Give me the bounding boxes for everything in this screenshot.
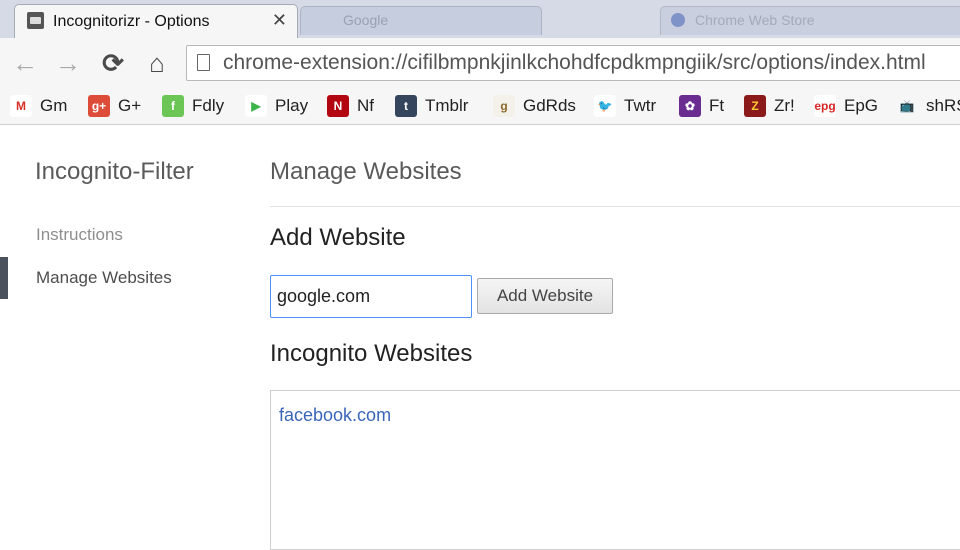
bookmark-label: GdRds xyxy=(523,96,576,115)
google-plus-icon: g+ xyxy=(88,95,110,117)
web-store-icon xyxy=(671,13,685,27)
extension-page-icon xyxy=(27,12,44,29)
ft-icon: ✿ xyxy=(679,95,701,117)
feedly-icon: f xyxy=(162,95,184,117)
tab-background-2[interactable]: Chrome Web Store xyxy=(660,6,960,35)
play-store-icon: ▶ xyxy=(245,95,267,117)
bookmark-label: Nf xyxy=(357,96,374,115)
website-list: facebook.com xyxy=(270,390,960,550)
tab-background[interactable]: Google xyxy=(300,6,542,35)
add-website-button[interactable]: Add Website xyxy=(477,278,613,314)
add-website-heading: Add Website xyxy=(270,224,406,251)
tv-icon: 📺 xyxy=(896,95,918,117)
tab-title: Google xyxy=(343,12,389,28)
website-list-item[interactable]: facebook.com xyxy=(279,405,391,426)
bookmark-label: shRS xyxy=(926,96,960,115)
forward-arrow-icon[interactable]: → xyxy=(53,48,83,78)
bookmark-label: Play xyxy=(275,96,309,115)
reload-icon[interactable]: ⟳ xyxy=(98,48,128,78)
bookmark-label: Twtr xyxy=(624,96,657,115)
tab-strip: Incognitorizr - Options ✕ Google Chrome … xyxy=(0,0,960,39)
goodreads-icon: g xyxy=(493,95,515,117)
tumblr-icon: t xyxy=(395,95,417,117)
epg-icon: epg xyxy=(814,95,836,117)
page-icon xyxy=(197,54,210,71)
browser-toolbar: ← → ⟳ ⌂ chrome-extension://cifilbmpnkjin… xyxy=(0,38,960,88)
bookmark-label: Tmblr xyxy=(425,96,469,115)
bookmarks-bar: M Gm g+ G+ f Fdly ▶ Play N Nf t Tmblr g GdRds 🐦 Twtr ✿ Ft… xyxy=(0,88,960,125)
url-text: chrome-extension://cifilbmpnkjinlkchohdf… xyxy=(223,51,926,74)
twitter-icon: 🐦 xyxy=(594,95,616,117)
home-icon[interactable]: ⌂ xyxy=(142,48,172,78)
tab-incognitorizr-options[interactable]: Incognitorizr - Options ✕ xyxy=(14,4,298,39)
zr-icon: Z xyxy=(744,95,766,117)
bookmark-label: Zr! xyxy=(774,96,795,115)
netflix-icon: N xyxy=(327,95,349,117)
active-nav-indicator xyxy=(0,257,8,299)
gmail-icon: M xyxy=(10,95,32,117)
divider xyxy=(270,206,960,207)
app-title: Incognito-Filter xyxy=(35,158,194,185)
tab-title: Chrome Web Store xyxy=(695,12,815,28)
bookmark-label: Gm xyxy=(40,96,68,115)
address-bar[interactable]: chrome-extension://cifilbmpnkjinlkchohdf… xyxy=(186,45,960,81)
page-title: Manage Websites xyxy=(270,158,462,185)
website-input[interactable] xyxy=(270,275,472,318)
bookmark-label: Fdly xyxy=(192,96,225,115)
bookmark-label: Ft xyxy=(709,96,725,115)
sidebar-item-instructions[interactable]: Instructions xyxy=(36,225,123,245)
bookmark-label: EpG xyxy=(844,96,879,115)
bookmark-label: G+ xyxy=(118,96,142,115)
incognito-websites-heading: Incognito Websites xyxy=(270,340,473,367)
back-arrow-icon[interactable]: ← xyxy=(10,48,40,78)
close-icon[interactable]: ✕ xyxy=(272,10,287,31)
sidebar-item-manage-websites[interactable]: Manage Websites xyxy=(36,268,172,288)
tab-title: Incognitorizr - Options xyxy=(53,13,210,30)
